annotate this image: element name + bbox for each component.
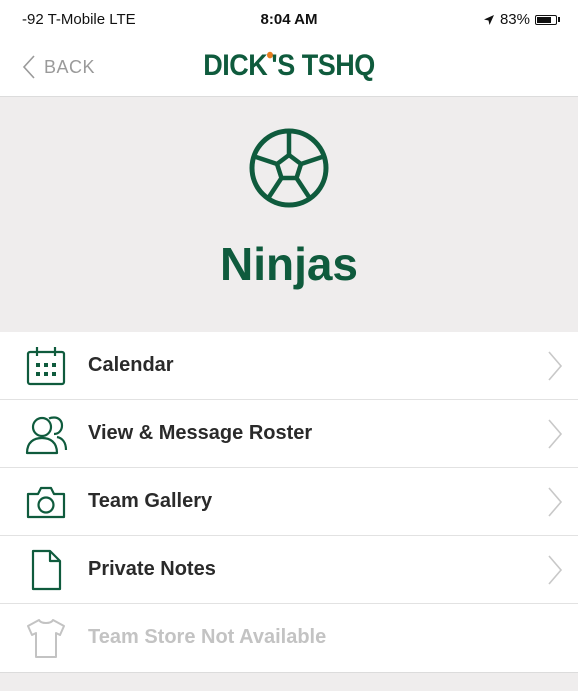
menu-item-label: Calendar — [88, 354, 174, 376]
logo-text-a: DICK — [203, 48, 268, 82]
battery-percentage: 83% — [499, 11, 530, 28]
team-menu: Calendar View & Message Roster Team Gall… — [0, 332, 578, 672]
menu-item-gallery[interactable]: Team Gallery — [0, 468, 578, 536]
menu-item-label: Team Gallery — [88, 490, 213, 512]
battery-icon — [535, 14, 557, 25]
menu-item-label: Team Store Not Available — [88, 626, 327, 648]
team-header: Ninjas — [0, 96, 578, 332]
chevron-right-icon — [548, 555, 563, 585]
nav-bar: BACK DICK 'S TSHQ — [0, 40, 578, 96]
bottom-band — [0, 672, 578, 691]
status-bar: -92 T-Mobile LTE 8:04 AM 83% — [0, 0, 578, 40]
battery-tip — [558, 17, 560, 22]
chevron-right-icon — [548, 351, 563, 381]
menu-item-label: Private Notes — [88, 558, 216, 580]
people-icon — [25, 416, 68, 455]
menu-item-roster[interactable]: View & Message Roster — [0, 400, 578, 468]
logo-text-b: 'S TSHQ — [271, 48, 375, 82]
team-name: Ninjas — [219, 238, 359, 290]
location-arrow-icon — [483, 14, 494, 25]
status-right: 83% — [483, 11, 560, 28]
camera-icon — [26, 486, 66, 519]
shirt-icon — [27, 619, 65, 658]
menu-item-notes[interactable]: Private Notes — [0, 536, 578, 604]
menu-item-calendar[interactable]: Calendar — [0, 332, 578, 400]
menu-item-team-store: Team Store Not Available — [0, 604, 578, 672]
soccer-ball-icon — [249, 128, 329, 208]
chevron-right-icon — [548, 419, 563, 449]
chevron-right-icon — [548, 487, 563, 517]
note-icon — [31, 549, 62, 591]
calendar-icon — [26, 347, 66, 386]
app-logo: DICK 'S TSHQ — [0, 48, 578, 82]
menu-item-label: View & Message Roster — [88, 422, 313, 444]
